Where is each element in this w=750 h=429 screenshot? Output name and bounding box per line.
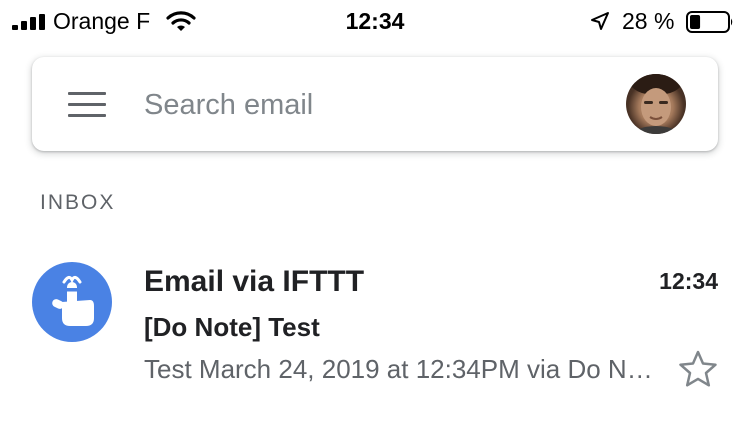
account-avatar[interactable] bbox=[626, 74, 686, 134]
status-bar: Orange F 12:34 28 % bbox=[0, 0, 750, 44]
sender-avatar bbox=[32, 262, 112, 342]
email-sender: Email via IFTTT bbox=[144, 265, 365, 298]
star-icon[interactable] bbox=[677, 348, 719, 390]
battery-icon bbox=[686, 11, 733, 33]
search-bar bbox=[32, 57, 718, 151]
search-input[interactable] bbox=[144, 85, 584, 125]
email-subject: [Do Note] Test bbox=[144, 312, 320, 342]
menu-icon[interactable] bbox=[68, 92, 106, 118]
battery-percentage: 28 % bbox=[622, 8, 675, 34]
email-list-item[interactable]: Email via IFTTT 12:34 [Do Note] Test Tes… bbox=[0, 245, 750, 395]
email-snippet: Test March 24, 2019 at 12:34PM via Do No… bbox=[144, 354, 656, 384]
inbox-label: INBOX bbox=[40, 191, 116, 214]
email-time: 12:34 bbox=[659, 268, 718, 294]
finger-string-icon bbox=[52, 275, 94, 326]
location-arrow-icon bbox=[591, 12, 609, 30]
avatar-face bbox=[630, 74, 682, 134]
